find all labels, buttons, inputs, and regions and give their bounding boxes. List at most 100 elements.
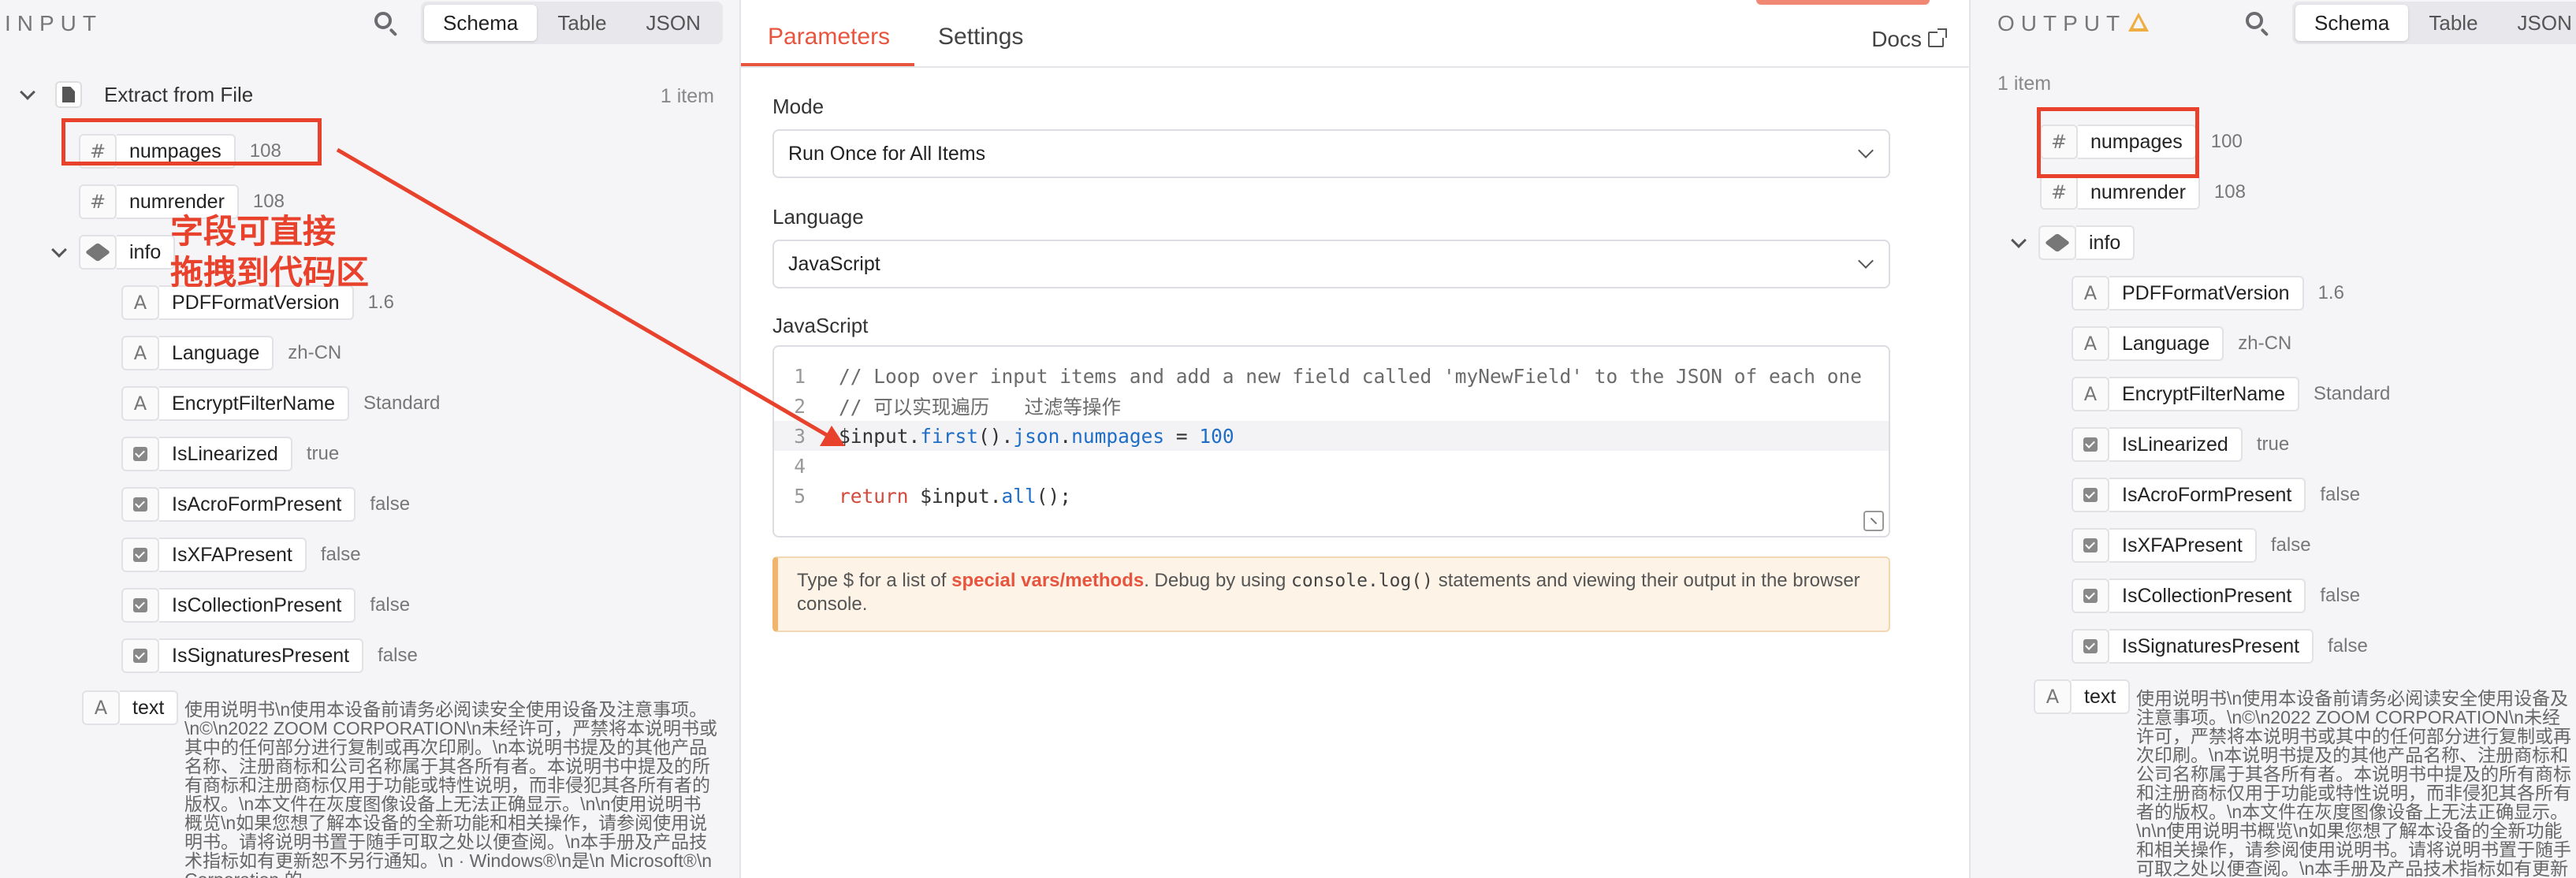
language-label: Language — [772, 205, 864, 229]
string-type-icon: A — [2072, 276, 2109, 311]
boolean-type-icon — [2072, 478, 2109, 512]
field-isacroformpresent[interactable]: IsAcroFormPresent false — [121, 486, 410, 523]
field-info[interactable]: info — [2010, 224, 2135, 262]
field-key[interactable]: text — [2072, 679, 2131, 714]
field-key[interactable]: Language — [2109, 326, 2224, 361]
external-link-icon — [1928, 28, 1947, 47]
highlight-box — [61, 118, 322, 166]
field-key[interactable]: IsLinearized — [159, 437, 292, 471]
field-key[interactable]: IsCollectionPresent — [2109, 579, 2306, 613]
code-editor[interactable]: 1 // Loop over input items and add a new… — [772, 345, 1890, 538]
tab-json[interactable]: JSON — [2499, 5, 2576, 41]
field-value: 108 — [252, 191, 285, 212]
center-panel: Parameters Settings Docs Mode Run Once f… — [741, 0, 1971, 878]
field-key[interactable]: IsLinearized — [2109, 427, 2243, 462]
field-numrender[interactable]: # numrender 108 — [2040, 173, 2246, 211]
highlight-box — [2037, 107, 2199, 178]
field-islinearized[interactable]: IsLinearized true — [2072, 426, 2289, 463]
field-isxfapresent[interactable]: IsXFAPresent false — [2072, 526, 2311, 564]
object-type-icon — [79, 235, 117, 270]
field-key[interactable]: EncryptFilterName — [2109, 377, 2299, 411]
field-key[interactable]: text — [120, 690, 179, 725]
field-pdfformatversion[interactable]: A PDFFormatVersion 1.6 — [2072, 274, 2344, 312]
input-title: INPUT — [5, 11, 102, 35]
field-key[interactable]: IsXFAPresent — [2109, 528, 2257, 563]
field-key[interactable]: IsCollectionPresent — [159, 588, 356, 623]
boolean-type-icon — [121, 487, 159, 522]
warning-icon[interactable] — [2128, 13, 2149, 32]
hint-callout: Type $ for a list of special vars/method… — [772, 556, 1890, 632]
boolean-type-icon — [121, 437, 159, 471]
object-type-icon — [2038, 225, 2076, 260]
string-type-icon: A — [121, 386, 159, 421]
field-value: false — [2328, 635, 2368, 657]
language-select[interactable]: JavaScript — [772, 240, 1890, 288]
field-key[interactable]: info — [2076, 225, 2135, 260]
field-value: false — [370, 493, 411, 515]
chevron-down-icon[interactable] — [2010, 234, 2027, 251]
special-vars-link[interactable]: special vars/methods — [951, 570, 1144, 591]
field-issignaturespresent[interactable]: IsSignaturesPresent false — [2072, 627, 2368, 665]
field-key[interactable]: Language — [159, 336, 274, 370]
field-text[interactable]: A text — [2034, 678, 2131, 716]
field-isacroformpresent[interactable]: IsAcroFormPresent false — [2072, 476, 2360, 514]
boolean-type-icon — [2072, 579, 2109, 613]
field-key[interactable]: IsAcroFormPresent — [2109, 478, 2306, 512]
field-text[interactable]: A text — [82, 689, 179, 727]
annotation-line-1: 字段可直接 — [170, 212, 337, 251]
field-key[interactable]: info — [117, 235, 176, 270]
item-count: 1 item — [1997, 73, 2052, 95]
field-key[interactable]: EncryptFilterName — [159, 386, 349, 421]
field-value: 1.6 — [2317, 282, 2344, 303]
field-language[interactable]: A Language zh-CN — [121, 334, 341, 372]
code-line-5[interactable]: 5 return $input.all(); — [774, 481, 1889, 511]
code-line-3[interactable]: 3 $input.first().json.numpages = 100 — [774, 421, 1889, 451]
field-encryptfiltername[interactable]: A EncryptFilterName Standard — [2072, 375, 2390, 413]
chevron-down-icon[interactable] — [19, 86, 36, 103]
field-key[interactable]: IsSignaturesPresent — [2109, 629, 2314, 664]
output-title: OUTPUT — [1997, 11, 2127, 35]
node-name: Extract from File — [104, 82, 254, 106]
search-icon[interactable] — [2242, 8, 2273, 39]
field-issignaturespresent[interactable]: IsSignaturesPresent false — [121, 637, 418, 675]
tab-json[interactable]: JSON — [627, 5, 720, 41]
boolean-type-icon — [2072, 629, 2109, 664]
field-language[interactable]: A Language zh-CN — [2072, 325, 2291, 363]
field-iscollectionpresent[interactable]: IsCollectionPresent false — [121, 586, 410, 624]
tab-parameters[interactable]: Parameters — [768, 24, 890, 50]
expand-editor-icon[interactable] — [1863, 511, 1884, 531]
field-iscollectionpresent[interactable]: IsCollectionPresent false — [2072, 577, 2360, 615]
annotation-line-2: 拖拽到代码区 — [170, 253, 370, 292]
tab-settings[interactable]: Settings — [938, 24, 1023, 50]
field-islinearized[interactable]: IsLinearized true — [121, 435, 339, 473]
tab-table[interactable]: Table — [2410, 5, 2496, 41]
active-tab-underline — [741, 63, 914, 66]
tab-schema[interactable]: Schema — [424, 5, 538, 41]
code-line-1[interactable]: 1 // Loop over input items and add a new… — [774, 361, 1889, 391]
code-line-2[interactable]: 2 // 可以实现遍历 过滤等操作 — [774, 391, 1889, 421]
search-icon[interactable] — [370, 8, 402, 39]
field-value: 1.6 — [367, 292, 394, 313]
field-encryptfiltername[interactable]: A EncryptFilterName Standard — [121, 385, 440, 422]
field-key[interactable]: PDFFormatVersion — [2109, 276, 2304, 311]
field-value: false — [2270, 534, 2311, 556]
code-line-4[interactable]: 4 — [774, 451, 1889, 481]
field-key[interactable]: IsSignaturesPresent — [159, 638, 364, 673]
field-isxfapresent[interactable]: IsXFAPresent false — [121, 536, 361, 574]
language-value: JavaScript — [788, 252, 880, 275]
docs-link[interactable]: Docs — [1871, 27, 1947, 52]
docs-label[interactable]: Docs — [1871, 27, 1922, 52]
parameter-tabs: Parameters Settings Docs — [741, 0, 1969, 68]
mode-select[interactable]: Run Once for All Items — [772, 129, 1890, 178]
tab-table[interactable]: Table — [538, 5, 625, 41]
field-key[interactable]: IsXFAPresent — [159, 538, 307, 572]
tab-schema[interactable]: Schema — [2295, 5, 2409, 41]
field-info[interactable]: info — [50, 233, 176, 271]
chevron-down-icon[interactable] — [50, 244, 68, 261]
input-view-tabs: Schema Table JSON — [421, 2, 723, 44]
node-header[interactable]: Extract from File — [19, 76, 253, 113]
field-key[interactable]: numrender — [2078, 175, 2200, 210]
string-type-icon: A — [121, 336, 159, 370]
field-key[interactable]: IsAcroFormPresent — [159, 487, 356, 522]
field-value: 100 — [2210, 131, 2243, 152]
